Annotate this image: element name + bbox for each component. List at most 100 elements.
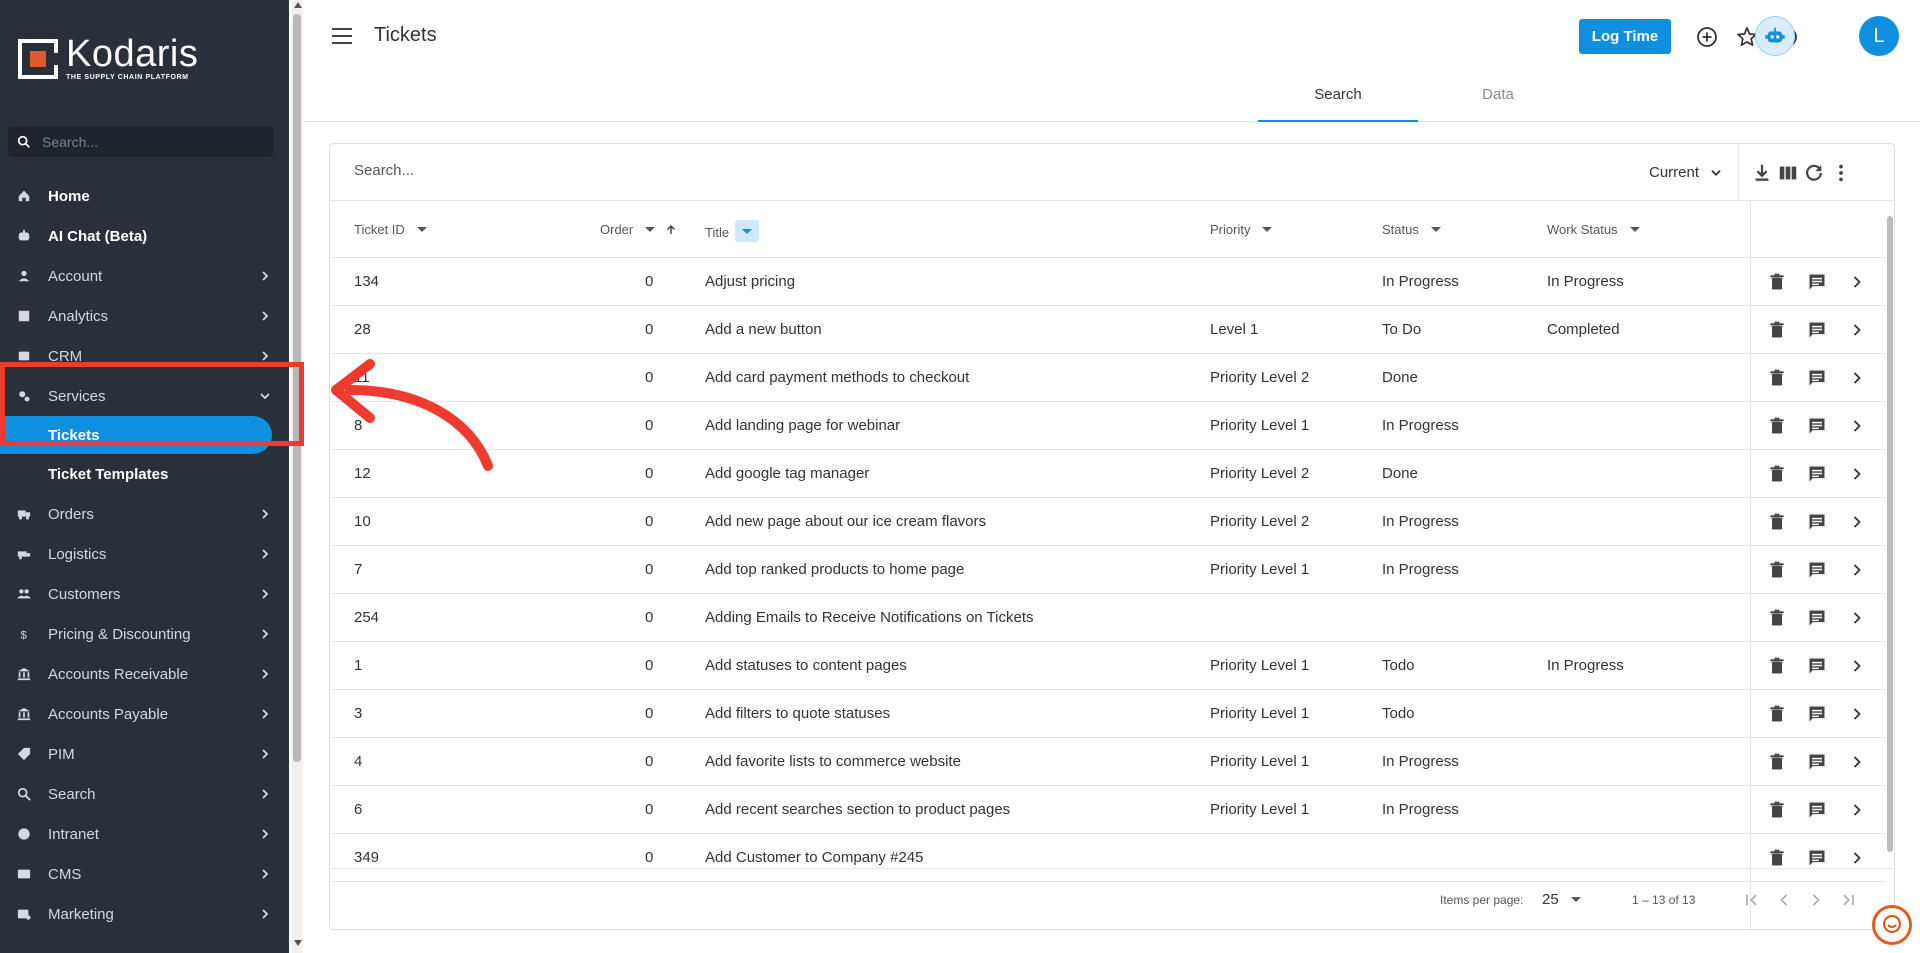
comment-icon[interactable] [1805,798,1829,822]
last-page-icon[interactable] [1835,887,1861,913]
chevron-right-icon[interactable] [259,310,271,322]
table-row[interactable]: 28 0 Add a new button Level 1 To Do Comp… [330,306,1885,354]
view-select[interactable]: Current [1649,164,1723,181]
prev-page-icon[interactable] [1771,887,1797,913]
table-row[interactable]: 11 0 Add card payment methods to checkou… [330,354,1885,402]
chevron-right-icon[interactable] [1845,414,1869,438]
table-row[interactable]: 134 0 Adjust pricing In Progress In Prog… [330,258,1885,306]
items-per-page-select[interactable]: 25 [1542,891,1581,908]
sidebar-item-pim[interactable]: PIM [0,734,289,774]
sidebar-item-pricing-discounting[interactable]: $ Pricing & Discounting [0,614,289,654]
delete-icon[interactable] [1765,318,1789,342]
comment-icon[interactable] [1805,606,1829,630]
tab-search[interactable]: Search [1258,76,1418,122]
chevron-right-icon[interactable] [259,628,271,640]
col-order[interactable]: Order [600,222,677,237]
sidebar-item-orders[interactable]: Orders [0,494,289,534]
chevron-right-icon[interactable] [259,270,271,282]
filter-dropdown-icon[interactable] [735,220,760,242]
delete-icon[interactable] [1765,750,1789,774]
table-row[interactable]: 3 0 Add filters to quote statuses Priori… [330,690,1885,738]
chevron-right-icon[interactable] [1845,846,1869,870]
chevron-right-icon[interactable] [259,668,271,680]
download-icon[interactable] [1751,162,1773,184]
delete-icon[interactable] [1765,510,1789,534]
sort-dropdown-icon[interactable] [416,227,427,232]
sidebar-item-account[interactable]: Account [0,256,289,296]
support-chat-button[interactable] [1872,905,1912,945]
table-row[interactable]: 4 0 Add favorite lists to commerce websi… [330,738,1885,786]
delete-icon[interactable] [1765,654,1789,678]
comment-icon[interactable] [1805,702,1829,726]
more-vert-icon[interactable] [1830,162,1852,184]
sidebar-scroll-thumb[interactable] [293,14,301,762]
chevron-right-icon[interactable] [1845,318,1869,342]
sidebar-item-cms[interactable]: CMS [0,854,289,894]
comment-icon[interactable] [1805,846,1829,870]
chevron-right-icon[interactable] [259,868,271,880]
sidebar-item-ai-chat-beta[interactable]: AI Chat (Beta) [0,216,289,256]
comment-icon[interactable] [1805,270,1829,294]
table-scroll-thumb[interactable] [1887,216,1893,852]
chevron-right-icon[interactable] [1845,798,1869,822]
sort-dropdown-icon[interactable] [1262,227,1273,232]
comment-icon[interactable] [1805,414,1829,438]
col-work-status[interactable]: Work Status [1547,222,1640,237]
table-row[interactable]: 7 0 Add top ranked products to home page… [330,546,1885,594]
sidebar-search-input[interactable] [42,134,262,150]
menu-icon[interactable] [332,28,352,44]
col-status[interactable]: Status [1382,222,1441,237]
delete-icon[interactable] [1765,366,1789,390]
chevron-right-icon[interactable] [1845,750,1869,774]
sidebar-item-intranet[interactable]: Intranet [0,814,289,854]
delete-icon[interactable] [1765,846,1789,870]
first-page-icon[interactable] [1739,887,1765,913]
sort-dropdown-icon[interactable] [1430,227,1441,232]
ai-bot-button[interactable] [1755,16,1795,56]
col-ticket-id[interactable]: Ticket ID [354,222,427,237]
col-priority[interactable]: Priority [1210,222,1273,237]
table-row[interactable]: 6 0 Add recent searches section to produ… [330,786,1885,834]
table-row[interactable]: 254 0 Adding Emails to Receive Notificat… [330,594,1885,642]
delete-icon[interactable] [1765,414,1789,438]
chevron-right-icon[interactable] [259,908,271,920]
sidebar-item-home[interactable]: Home [0,176,289,216]
comment-icon[interactable] [1805,318,1829,342]
sidebar-item-crm[interactable]: CRM [0,336,289,376]
chevron-right-icon[interactable] [259,548,271,560]
sidebar-subitem-tickets[interactable]: Tickets [0,416,272,454]
chevron-right-icon[interactable] [259,508,271,520]
tab-data[interactable]: Data [1418,76,1578,122]
sidebar-item-accounts-receivable[interactable]: Accounts Receivable [0,654,289,694]
log-time-button[interactable]: Log Time [1579,19,1671,54]
delete-icon[interactable] [1765,558,1789,582]
refresh-icon[interactable] [1803,162,1825,184]
chevron-right-icon[interactable] [1845,366,1869,390]
sidebar-item-search[interactable]: Search [0,774,289,814]
table-search-input[interactable] [354,162,754,179]
add-circle-icon[interactable] [1694,24,1720,50]
sidebar-item-customers[interactable]: Customers [0,574,289,614]
chevron-right-icon[interactable] [1845,510,1869,534]
delete-icon[interactable] [1765,606,1789,630]
delete-icon[interactable] [1765,702,1789,726]
chevron-right-icon[interactable] [259,748,271,760]
comment-icon[interactable] [1805,558,1829,582]
chevron-right-icon[interactable] [1845,606,1869,630]
table-row[interactable]: 10 0 Add new page about our ice cream fl… [330,498,1885,546]
table-row[interactable]: 12 0 Add google tag manager Priority Lev… [330,450,1885,498]
sidebar-subitem-ticket-templates[interactable]: Ticket Templates [0,454,289,494]
chevron-right-icon[interactable] [1845,558,1869,582]
chevron-right-icon[interactable] [1845,462,1869,486]
delete-icon[interactable] [1765,270,1789,294]
chevron-right-icon[interactable] [259,828,271,840]
scroll-down-icon[interactable] [294,940,302,946]
kodaris-logo[interactable]: Kodaris THE SUPPLY CHAIN PLATFORM [18,35,198,81]
table-row[interactable]: 8 0 Add landing page for webinar Priorit… [330,402,1885,450]
chevron-right-icon[interactable] [1845,654,1869,678]
col-title[interactable]: Title [705,220,760,242]
next-page-icon[interactable] [1803,887,1829,913]
sidebar-item-services[interactable]: Services [0,376,289,416]
table-row[interactable]: 1 0 Add statuses to content pages Priori… [330,642,1885,690]
chevron-right-icon[interactable] [1845,270,1869,294]
